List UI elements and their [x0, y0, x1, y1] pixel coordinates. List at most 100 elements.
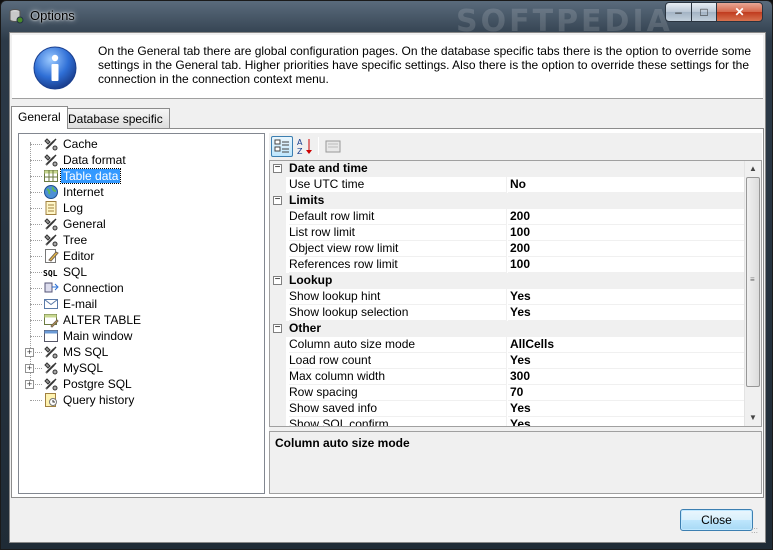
property-row[interactable]: List row limit 100 — [270, 225, 745, 241]
info-panel: On the General tab there are global conf… — [12, 35, 763, 99]
tab-database-specific[interactable]: Database specific — [61, 108, 170, 129]
minimize-icon: – — [675, 5, 682, 19]
property-row[interactable]: Show lookup hint Yes — [270, 289, 745, 305]
tree-item[interactable]: General — [19, 216, 264, 232]
property-pages-icon — [325, 140, 341, 153]
tools-icon — [44, 346, 58, 359]
title-bar[interactable]: Options SOFTPEDIA – □ ✕ — [1, 1, 772, 39]
property-value[interactable]: 100 — [508, 225, 745, 241]
property-category[interactable]: − Other — [270, 321, 745, 337]
property-row[interactable]: Row spacing 70 — [270, 385, 745, 401]
tree-item-label: Main window — [63, 329, 133, 343]
tools-icon — [44, 378, 58, 391]
property-row[interactable]: Show SQL confirm Yes — [270, 417, 745, 426]
property-gutter — [270, 209, 286, 225]
property-category[interactable]: − Date and time — [270, 161, 745, 177]
property-name: Column auto size mode — [289, 337, 507, 353]
property-name: List row limit — [289, 225, 507, 241]
scroll-up-icon[interactable]: ▲ — [745, 161, 761, 177]
dialog-client-area: On the General tab there are global conf… — [9, 32, 766, 543]
minimize-button[interactable]: – — [665, 2, 692, 22]
property-row[interactable]: Show saved info Yes — [270, 401, 745, 417]
property-gutter — [270, 353, 286, 369]
property-category[interactable]: − Lookup — [270, 273, 745, 289]
property-pages-button[interactable] — [322, 136, 344, 157]
collapse-icon[interactable]: − — [273, 323, 282, 333]
tree-item-label: Internet — [63, 185, 104, 199]
table-icon — [44, 170, 58, 182]
tree-item-label: Cache — [63, 137, 98, 151]
resize-grip-icon[interactable]: ⋯ ⋯ — [751, 526, 763, 540]
scroll-down-icon[interactable]: ▼ — [745, 410, 761, 426]
property-row[interactable]: Load row count Yes — [270, 353, 745, 369]
property-value[interactable]: 200 — [508, 241, 745, 257]
general-tab-panel: Cache Data format Table data Internet Log Gen… — [11, 128, 764, 498]
tree-item[interactable]: Log — [19, 200, 264, 216]
tree-item[interactable]: SQL SQL — [19, 264, 264, 280]
property-row[interactable]: Object view row limit 200 — [270, 241, 745, 257]
property-value[interactable]: AllCells — [508, 337, 745, 353]
property-row[interactable]: Column auto size mode AllCells — [270, 337, 745, 353]
options-tree[interactable]: Cache Data format Table data Internet Log Gen… — [18, 133, 265, 494]
property-list-scrollbar[interactable]: ▲ ≡ ▼ — [744, 161, 761, 426]
database-options-icon — [9, 9, 24, 24]
property-value[interactable]: 100 — [508, 257, 745, 273]
property-value[interactable]: Yes — [508, 305, 745, 321]
tree-item[interactable]: Data format — [19, 152, 264, 168]
tree-item[interactable]: Table data — [19, 168, 264, 184]
tree-item[interactable]: ALTER TABLE — [19, 312, 264, 328]
tree-item[interactable]: Main window — [19, 328, 264, 344]
tree-item[interactable]: Tree — [19, 232, 264, 248]
alphabetical-button[interactable]: A Z — [294, 136, 316, 157]
expand-icon[interactable]: + — [25, 348, 34, 357]
maximize-button[interactable]: □ — [691, 2, 717, 22]
tree-item[interactable]: + MySQL — [19, 360, 264, 376]
expand-icon[interactable]: + — [25, 380, 34, 389]
property-value[interactable]: Yes — [508, 401, 745, 417]
tools-icon — [44, 234, 58, 247]
property-category[interactable]: − Limits — [270, 193, 745, 209]
property-value[interactable]: No — [508, 177, 745, 193]
property-list[interactable]: Show SQL confirm Yes Show saved info Yes Row… — [269, 160, 762, 427]
property-row[interactable]: References row limit 100 — [270, 257, 745, 273]
tree-item[interactable]: E-mail — [19, 296, 264, 312]
property-gutter — [270, 385, 286, 401]
property-row[interactable]: Show lookup selection Yes — [270, 305, 745, 321]
close-icon: ✕ — [734, 5, 745, 19]
tree-item[interactable]: + MS SQL — [19, 344, 264, 360]
tree-item[interactable]: + Postgre SQL — [19, 376, 264, 392]
property-value[interactable]: 300 — [508, 369, 745, 385]
expand-icon[interactable]: + — [25, 364, 34, 373]
svg-text:SQL: SQL — [43, 269, 58, 278]
svg-text:A: A — [297, 138, 303, 147]
categorized-button[interactable] — [271, 136, 293, 157]
tree-item[interactable]: Editor — [19, 248, 264, 264]
tree-item-label: Log — [63, 201, 84, 215]
property-value[interactable]: 70 — [508, 385, 745, 401]
scrollbar-thumb[interactable]: ≡ — [746, 177, 760, 387]
collapse-icon[interactable]: − — [273, 163, 282, 173]
close-window-button[interactable]: ✕ — [716, 2, 763, 22]
tools-icon — [44, 218, 58, 231]
tab-general[interactable]: General — [11, 106, 68, 129]
property-gutter — [270, 369, 286, 385]
tree-item[interactable]: Connection — [19, 280, 264, 296]
window-title: Options — [30, 8, 75, 23]
tree-item[interactable]: Query history — [19, 392, 264, 408]
information-icon — [33, 46, 77, 90]
tree-item[interactable]: Internet — [19, 184, 264, 200]
tools-icon — [44, 138, 58, 151]
history-icon — [45, 393, 57, 407]
property-row[interactable]: Default row limit 200 — [270, 209, 745, 225]
property-value[interactable]: Yes — [508, 353, 745, 369]
property-value[interactable]: Yes — [508, 417, 745, 426]
property-row[interactable]: Use UTC time No — [270, 177, 745, 193]
collapse-icon[interactable]: − — [273, 275, 282, 285]
tree-item[interactable]: Cache — [19, 136, 264, 152]
collapse-icon[interactable]: − — [273, 195, 282, 205]
property-row[interactable]: Max column width 300 — [270, 369, 745, 385]
property-value[interactable]: 200 — [508, 209, 745, 225]
property-value[interactable]: Yes — [508, 289, 745, 305]
close-button[interactable]: Close — [680, 509, 753, 531]
email-icon — [44, 299, 58, 309]
